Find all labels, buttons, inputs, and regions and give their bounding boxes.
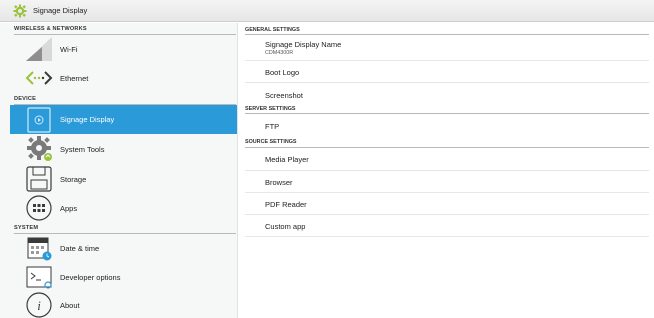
sidebar-item-about[interactable]: i About	[10, 291, 237, 318]
sidebar-item-label: Wi-Fi	[60, 44, 78, 54]
gear-icon	[24, 135, 54, 163]
sidebar-item-system-tools[interactable]: System Tools	[10, 135, 237, 163]
svg-text:i: i	[37, 298, 41, 313]
sidebar-item-ethernet[interactable]: Ethernet	[10, 64, 237, 92]
section-label-system: SYSTEM	[14, 225, 39, 231]
sidebar-item-label: System Tools	[60, 144, 105, 154]
setting-title: Custom app	[265, 222, 306, 231]
section-label-device: DEVICE	[14, 96, 37, 102]
sidebar-item-label: Apps	[60, 203, 78, 213]
setting-title: Screenshot	[265, 91, 303, 100]
section-label-server-settings: SERVER SETTINGS	[245, 106, 296, 112]
calendar-icon	[24, 234, 54, 262]
section-label-wireless: WIRELESS & NETWORKS	[14, 26, 87, 32]
setting-title: Media Player	[265, 155, 309, 164]
sidebar-item-label: About	[60, 300, 80, 310]
setting-title: FTP	[265, 122, 280, 131]
signage-display-icon	[24, 106, 54, 134]
sidebar-item-wifi[interactable]: Wi-Fi	[10, 35, 237, 63]
info-icon: i	[24, 291, 54, 318]
sidebar-item-label: Storage	[60, 174, 87, 184]
sidebar-item-label: Developer options	[60, 272, 121, 282]
sidebar-item-label: Signage Display	[60, 115, 115, 124]
gear-icon	[13, 4, 27, 18]
setting-signage-display-name[interactable]: Signage Display Name CDM4300R	[245, 35, 649, 61]
sidebar-item-apps[interactable]: Apps	[10, 194, 237, 222]
wifi-icon	[24, 35, 54, 63]
setting-title: Browser	[265, 178, 293, 187]
settings-content: GENERAL SETTINGS Signage Display Name CD…	[238, 23, 654, 318]
setting-title: PDF Reader	[265, 200, 307, 209]
sidebar-item-storage[interactable]: Storage	[10, 165, 237, 193]
setting-custom-app[interactable]: Custom app	[245, 215, 649, 237]
terminal-icon	[24, 263, 54, 291]
section-label-source-settings: SOURCE SETTINGS	[245, 139, 297, 145]
storage-icon	[24, 165, 54, 193]
sidebar-item-date-time[interactable]: Date & time	[10, 234, 237, 262]
sidebar-item-label: Ethernet	[60, 73, 89, 83]
window-title: Signage Display	[33, 6, 88, 15]
setting-title: Boot Logo	[265, 68, 300, 77]
setting-ftp[interactable]: FTP	[245, 114, 649, 137]
sidebar-item-developer-options[interactable]: Developer options	[10, 263, 237, 291]
section-label-general-settings: GENERAL SETTINGS	[245, 27, 300, 33]
setting-media-player[interactable]: Media Player	[245, 148, 649, 171]
sidebar-item-signage-display[interactable]: Signage Display	[10, 105, 237, 134]
setting-browser[interactable]: Browser	[245, 171, 649, 193]
setting-boot-logo[interactable]: Boot Logo	[245, 61, 649, 83]
settings-sidebar: WIRELESS & NETWORKS Wi-Fi Ethernet DEVIC…	[0, 23, 238, 318]
sidebar-item-label: Date & time	[60, 243, 100, 253]
ethernet-icon	[24, 64, 54, 92]
setting-screenshot[interactable]: Screenshot	[245, 83, 649, 105]
apps-icon	[24, 194, 54, 222]
title-bar: Signage Display	[0, 0, 654, 22]
setting-title: Signage Display Name	[265, 40, 342, 49]
setting-pdf-reader[interactable]: PDF Reader	[245, 193, 649, 215]
setting-value: CDM4300R	[265, 50, 294, 56]
